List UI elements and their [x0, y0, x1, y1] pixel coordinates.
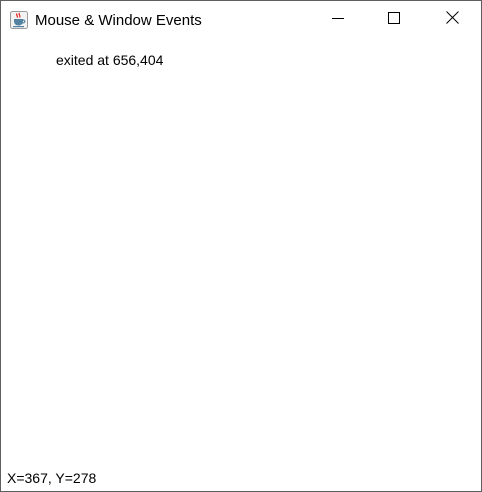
java-coffee-cup-icon[interactable] — [10, 11, 28, 29]
maximize-button[interactable] — [371, 1, 417, 39]
window-title: Mouse & Window Events — [35, 12, 202, 29]
app-window: Mouse & Window Events exited at 656,404 … — [0, 0, 482, 492]
close-icon — [445, 11, 459, 29]
mouse-coordinates: X=367, Y=278 — [7, 470, 97, 486]
minimize-button[interactable] — [315, 1, 361, 39]
maximize-icon — [388, 11, 400, 29]
minimize-icon — [332, 11, 344, 29]
content-area[interactable]: exited at 656,404 X=367, Y=278 — [1, 39, 481, 491]
title-bar[interactable]: Mouse & Window Events — [1, 1, 481, 39]
event-message: exited at 656,404 — [56, 52, 164, 68]
close-button[interactable] — [429, 1, 475, 39]
